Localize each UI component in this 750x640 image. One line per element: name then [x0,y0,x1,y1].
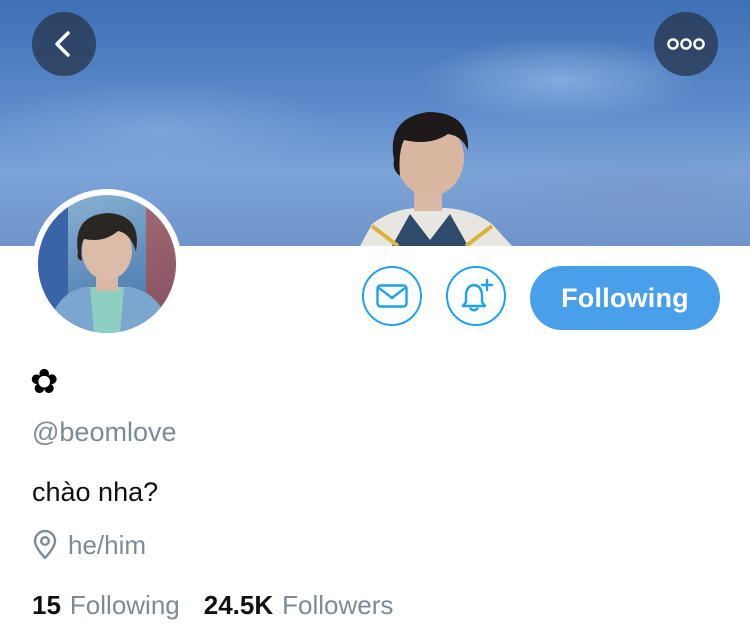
bio-text: chào nha? [32,477,159,507]
followers-count: 24.5K [203,589,274,620]
back-button[interactable] [32,12,96,76]
username-handle: @beomlove [32,417,177,447]
avatar-photo [38,195,176,333]
following-label: Following [69,589,180,620]
location-text: he/him [68,529,147,560]
bell-plus-icon [461,278,494,312]
followers-stat[interactable]: 24.5K Followers [204,590,394,621]
chevron-left-icon [55,31,70,57]
follow-stats: 15 Following 24.5K Followers [32,587,393,623]
following-button[interactable]: Following [530,266,720,330]
ellipsis-icon [667,38,705,50]
map-pin-icon [33,530,57,560]
envelope-icon [376,284,408,308]
display-name: ✿ [30,362,59,402]
following-stat[interactable]: 15 Following [32,590,180,621]
avatar[interactable] [32,189,182,339]
message-button[interactable] [362,266,422,326]
notifications-button[interactable] [446,266,506,326]
more-options-button[interactable] [654,12,718,76]
location-row: he/him [32,527,146,563]
following-count: 15 [32,589,61,620]
followers-label: Followers [282,589,394,620]
